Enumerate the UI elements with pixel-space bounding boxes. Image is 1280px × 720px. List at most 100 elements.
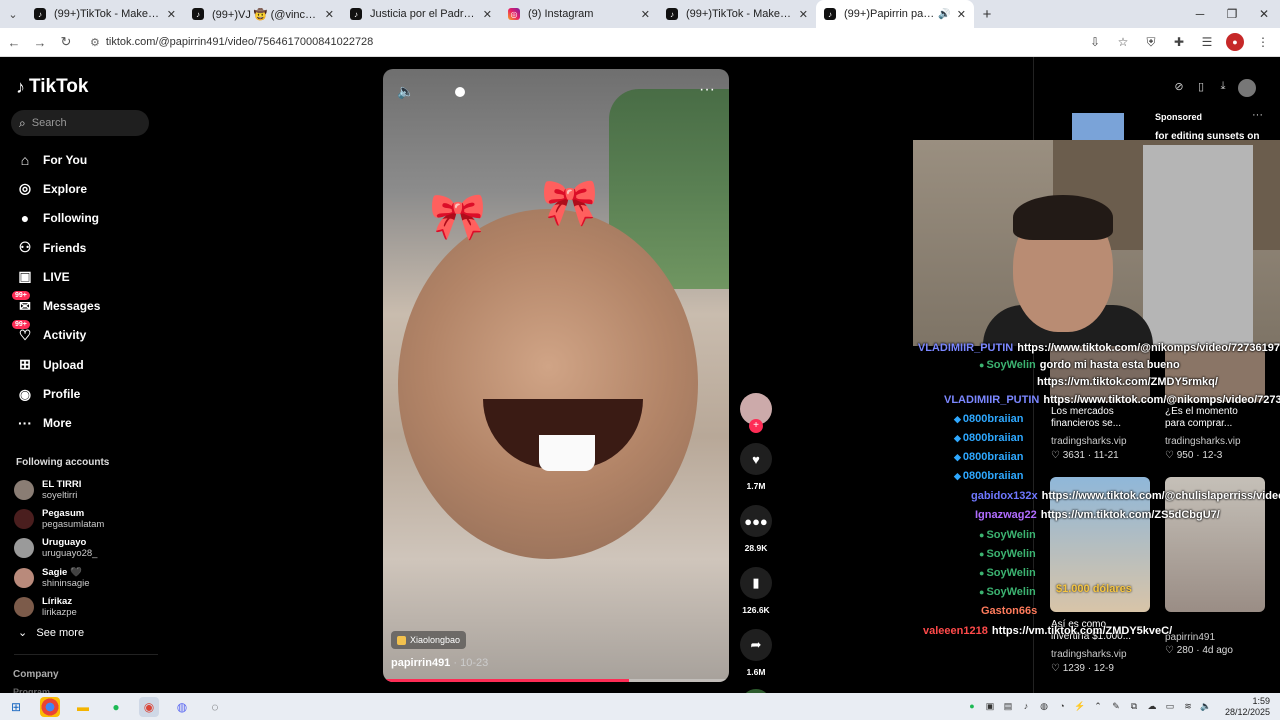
menu-item-live[interactable]: ▣ LIVE [14, 262, 100, 291]
video-card-user[interactable]: tradingsharks.vip [1165, 436, 1241, 447]
chrome-active-icon[interactable]: ◉ [139, 697, 159, 717]
comment-icon[interactable]: ●●● [740, 505, 772, 537]
user-avatar[interactable] [1238, 79, 1256, 97]
effect-tag[interactable]: Xiaolongbao [391, 631, 467, 649]
save-action[interactable]: ▮ 126.6K [738, 567, 774, 615]
chrome-icon[interactable] [40, 697, 60, 717]
browser-tab[interactable]: ♪ (99+)TikTok - Make Your Day ✕ [26, 0, 184, 28]
share-icon[interactable]: ➦ [740, 629, 772, 661]
video-card-title[interactable]: Así es como invertiría $1.000... [1051, 619, 1131, 643]
menu-item-following[interactable]: ● Following [14, 204, 100, 233]
follow-plus-icon[interactable]: + [749, 419, 763, 433]
close-tab-icon[interactable]: ✕ [325, 8, 334, 21]
app-tray-icon[interactable]: ▤ [1002, 700, 1014, 712]
discord-icon[interactable]: ◍ [172, 697, 192, 717]
creator-avatar[interactable]: + [740, 393, 772, 433]
system-clock[interactable]: 1:59 28/12/2025 [1225, 696, 1270, 718]
bookmark-icon[interactable]: ▮ [740, 567, 772, 599]
volume-icon[interactable]: 🔈 [1200, 700, 1212, 712]
close-tab-icon[interactable]: ✕ [957, 8, 966, 21]
footer-company-link[interactable]: Company [13, 669, 59, 680]
like-action[interactable]: ♥ 1.7M [738, 443, 774, 491]
app-tray-icon[interactable]: ✎ [1110, 700, 1122, 712]
following-account[interactable]: Uruguayo uruguayo28_ [14, 534, 104, 563]
browser-tab[interactable]: ♪ Justicia por el Padre: Homenaje ✕ [342, 0, 500, 28]
video-author[interactable]: papirrin491 · 10-23 [391, 657, 488, 669]
video-card-thumbnail[interactable] [1165, 477, 1265, 612]
install-app-icon[interactable]: ⇩ [1086, 33, 1104, 51]
bookmark-star-icon[interactable]: ☆ [1114, 33, 1132, 51]
speaker-icon[interactable]: 🔊 [938, 9, 950, 20]
shield-extension-icon[interactable]: ⛨ [1142, 33, 1160, 51]
close-tab-icon[interactable]: ✕ [483, 8, 492, 21]
app-tray-icon[interactable]: ⧉ [1128, 700, 1140, 712]
menu-item-messages[interactable]: ✉ 99+ Messages [12, 291, 100, 320]
following-account[interactable]: Lírikaz lirikazpe [14, 592, 104, 621]
sponsored-thumbnail[interactable] [1072, 113, 1124, 141]
back-icon[interactable]: ← [2, 35, 26, 50]
comment-action[interactable]: ●●● 28.9K [738, 505, 774, 553]
video-card-user[interactable]: papirrin491 [1165, 632, 1215, 643]
video-card-title[interactable]: Los mercados financieros se... [1051, 406, 1121, 430]
menu-item-explore[interactable]: ◎ Explore [14, 174, 100, 203]
url-field[interactable]: ⚙ tiktok.com/@papirrin491/video/75646170… [90, 36, 373, 49]
menu-item-for-you[interactable]: ⌂ For You [14, 145, 100, 174]
menu-item-profile[interactable]: ◉ Profile [14, 379, 100, 408]
close-tab-icon[interactable]: ✕ [799, 8, 808, 21]
more-options-icon[interactable]: ··· [699, 81, 715, 99]
video-card-thumbnail[interactable]: $1.000 dólares [1050, 477, 1150, 612]
reading-list-icon[interactable]: ☰ [1198, 33, 1216, 51]
new-tab-button[interactable]: + [974, 6, 1000, 23]
windows-start-icon[interactable]: ⊞ [6, 697, 26, 717]
share-action[interactable]: ➦ 1.6M [738, 629, 774, 677]
app-tray-icon[interactable]: ◔ [1056, 700, 1068, 712]
discord-tray-icon[interactable]: ◍ [1038, 700, 1050, 712]
video-card-thumbnail[interactable] [1165, 342, 1265, 402]
browser-tab[interactable]: ◎ (9) Instagram ✕ [500, 0, 658, 28]
menu-item-activity[interactable]: ♡ 99+ Activity [12, 320, 100, 350]
video-card-user[interactable]: tradingsharks.vip [1051, 649, 1127, 660]
download-icon[interactable]: ⤓ [1216, 79, 1230, 93]
app-tray-icon[interactable]: ♪ [1020, 700, 1032, 712]
sponsored-more-icon[interactable]: ··· [1252, 109, 1263, 121]
app-tray-icon[interactable]: ⚡ [1074, 700, 1086, 712]
minimize-icon[interactable]: ─ [1184, 0, 1216, 28]
file-explorer-icon[interactable]: ▬ [73, 697, 93, 717]
profile-avatar-icon[interactable]: ● [1226, 33, 1244, 51]
spotify-icon[interactable]: ● [106, 697, 126, 717]
heart-icon[interactable]: ♥ [740, 443, 772, 475]
browser-tab[interactable]: ♪ (99+)VJ 🤠 (@vincentevincente ✕ [184, 0, 342, 28]
forward-icon[interactable]: → [28, 35, 52, 50]
tiktok-logo[interactable]: ♪ TikTok [16, 76, 88, 98]
following-account[interactable]: Pegasum pegasumlatam [14, 504, 104, 533]
menu-item-friends[interactable]: ⚇ Friends [14, 233, 100, 262]
network-icon[interactable]: ▭ [1164, 700, 1176, 712]
reload-icon[interactable]: ↻ [54, 34, 78, 50]
following-account[interactable]: Sagie 🖤 shininsagie [14, 563, 104, 592]
video-player[interactable]: 🎀 🎀 🔈 ··· Xiaolongbao papirrin491 · 10-2… [383, 69, 729, 682]
close-tab-icon[interactable]: ✕ [167, 8, 176, 21]
coin-icon[interactable]: ⊘ [1172, 79, 1186, 93]
tab-search-button[interactable]: ⌄ [0, 0, 26, 28]
app-tray-icon[interactable]: ▣ [984, 700, 996, 712]
app-tray-icon[interactable]: ☁ [1146, 700, 1158, 712]
see-more-link[interactable]: ⌄ See more [18, 626, 84, 639]
close-window-icon[interactable]: ✕ [1248, 0, 1280, 28]
restore-icon[interactable]: ❐ [1216, 0, 1248, 28]
volume-icon[interactable]: 🔈 [397, 83, 414, 100]
video-card-title[interactable]: ¿Es el momento para comprar... [1165, 406, 1238, 430]
wifi-icon[interactable]: ≋ [1182, 700, 1194, 712]
video-card-thumbnail[interactable] [1050, 342, 1150, 402]
phone-icon[interactable]: ▯ [1194, 79, 1208, 93]
browser-tab[interactable]: ♪ (99+)TikTok - Make Your Day ✕ [658, 0, 816, 28]
browser-tab-active[interactable]: ♪ (99+)Papirrin papirrin (@pa 🔊 ✕ [816, 0, 974, 28]
menu-item-upload[interactable]: ⊞ Upload [14, 350, 100, 379]
close-tab-icon[interactable]: ✕ [641, 8, 650, 21]
search-input[interactable]: ⌕ Search [11, 110, 149, 136]
video-progress-bar[interactable] [383, 679, 729, 682]
obs-icon[interactable]: ◌ [205, 697, 225, 717]
browser-menu-icon[interactable]: ⋮ [1254, 33, 1272, 51]
following-account[interactable]: EL TIRRI soyeltirri [14, 475, 104, 504]
spotify-tray-icon[interactable]: ● [966, 700, 978, 712]
menu-item-more[interactable]: ··· More [14, 409, 100, 438]
